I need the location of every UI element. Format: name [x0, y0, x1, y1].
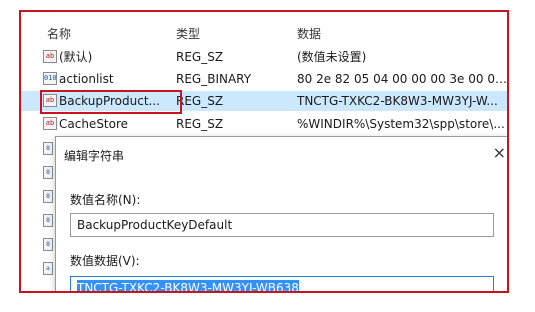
- list-item[interactable]: 010 actionlist REG_BINARY 80 2e 82 05 04…: [21, 69, 507, 89]
- registry-value-icon: a: [43, 262, 53, 275]
- registry-value-icon: 8: [43, 214, 53, 227]
- registry-editor-frame: 名称 类型 数据 ab (默认) REG_SZ (数值未设置) 010 acti…: [19, 10, 509, 293]
- value-type: REG_SZ: [176, 50, 224, 64]
- value-data: %WINDIR%\System32\spp\store\...: [297, 117, 505, 131]
- value-data-label: 数值数据(V):: [70, 254, 140, 268]
- value-name-field[interactable]: BackupProductKeyDefault: [70, 213, 494, 237]
- value-data: TNCTG-TXKC2-BK8W3-MW3YJ-W...: [297, 94, 498, 108]
- registry-value-icon: 8: [43, 238, 53, 251]
- list-item[interactable]: ab CacheStore REG_SZ %WINDIR%\System32\s…: [21, 114, 507, 134]
- column-header-data[interactable]: 数据: [297, 24, 507, 44]
- list-item[interactable]: ab (默认) REG_SZ (数值未设置): [21, 47, 507, 67]
- value-name: actionlist: [59, 72, 114, 86]
- value-name-label: 数值名称(N):: [70, 193, 141, 207]
- registry-value-icon: 8: [43, 190, 53, 203]
- column-header-type[interactable]: 类型: [176, 24, 294, 44]
- value-name: CacheStore: [59, 117, 129, 131]
- value-data: (数值未设置): [297, 50, 367, 64]
- value-type: REG_SZ: [176, 117, 224, 131]
- registry-value-icon: 8: [43, 166, 53, 179]
- dialog-title: 编辑字符串: [64, 149, 125, 163]
- value-type: REG_SZ: [176, 94, 224, 108]
- edit-string-dialog: 编辑字符串 × 数值名称(N): BackupProductKeyDefault…: [55, 136, 507, 291]
- registry-value-icon: 8: [43, 142, 53, 155]
- list-header: 名称 类型 数据: [21, 24, 507, 44]
- binary-value-icon: 010: [43, 72, 57, 85]
- string-value-icon: ab: [43, 117, 57, 130]
- value-data-field[interactable]: TNCTG-TXKC2-BK8W3-MW3YJ-WB638: [70, 276, 494, 291]
- string-value-icon: ab: [43, 50, 57, 63]
- highlight-annotation: [40, 90, 182, 114]
- value-type: REG_BINARY: [176, 72, 252, 86]
- value-name: (默认): [59, 50, 93, 64]
- value-data: 80 2e 82 05 04 00 00 00 3e 00 00 ...: [297, 72, 509, 86]
- selected-text: TNCTG-TXKC2-BK8W3-MW3YJ-WB638: [77, 280, 299, 291]
- close-icon[interactable]: ×: [493, 143, 506, 162]
- column-header-name[interactable]: 名称: [47, 24, 171, 44]
